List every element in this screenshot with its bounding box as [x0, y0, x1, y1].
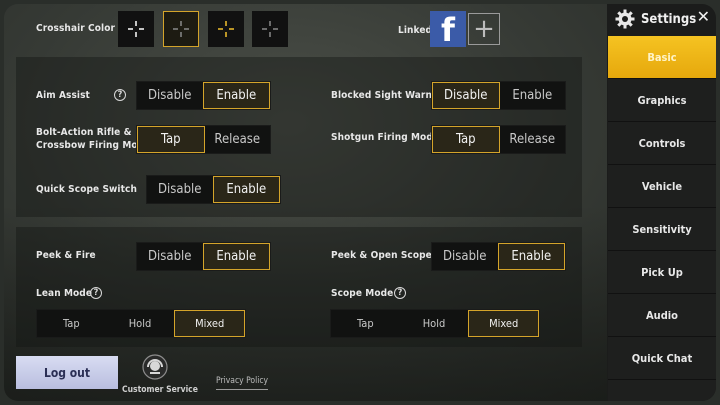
crosshair-icon	[262, 21, 278, 37]
shotgun-tap-option[interactable]: Tap	[432, 126, 500, 153]
linked-label: Linked	[398, 25, 433, 36]
aim-assist-disable-option[interactable]: Disable	[137, 82, 203, 109]
peek-scope-enable-option[interactable]: Enable	[497, 243, 565, 270]
scope-mode-hold-option[interactable]: Hold	[399, 310, 469, 337]
bolt-action-label-line2: Crossbow Firing Mode	[36, 140, 151, 151]
bolt-action-firing-mode-toggle: Tap Release	[136, 125, 271, 154]
aim-assist-enable-option[interactable]: Enable	[202, 82, 270, 109]
crosshair-icon	[173, 21, 189, 37]
headset-icon	[142, 354, 168, 380]
crosshair-option-dark-gray[interactable]	[252, 11, 288, 47]
blocked-sight-enable-option[interactable]: Enable	[499, 82, 565, 109]
customer-service-label: Customer Service	[122, 385, 198, 395]
peek-fire-label: Peek & Fire	[36, 250, 96, 261]
peek-open-scope-label: Peek & Open Scope	[331, 250, 432, 261]
sidebar-item-controls[interactable]: Controls	[608, 122, 716, 165]
game-settings-screen: Crosshair Color Linked f + Aim Assist ? …	[4, 4, 716, 401]
facebook-link-button[interactable]: f	[430, 11, 466, 47]
crosshair-icon	[128, 21, 144, 37]
sidebar-item-vehicle[interactable]: Vehicle	[608, 165, 716, 208]
sidebar-item-quick-chat[interactable]: Quick Chat	[608, 337, 716, 380]
sidebar-item-pick-up[interactable]: Pick Up	[608, 251, 716, 294]
lean-mode-help-icon[interactable]: ?	[90, 287, 102, 299]
logout-button[interactable]: Log out	[16, 356, 118, 389]
lean-mode-mixed-option[interactable]: Mixed	[174, 310, 246, 337]
quick-scope-switch-toggle: Disable Enable	[146, 175, 281, 204]
scope-mode-selector: Tap Hold Mixed	[330, 309, 540, 338]
peek-scope-disable-option[interactable]: Disable	[432, 243, 498, 270]
shotgun-release-option[interactable]: Release	[499, 126, 565, 153]
lean-mode-selector: Tap Hold Mixed	[36, 309, 246, 338]
sidebar-item-graphics[interactable]: Graphics	[608, 79, 716, 122]
aim-assist-toggle: Disable Enable	[136, 81, 271, 110]
crosshair-color-label: Crosshair Color	[36, 23, 116, 34]
bolt-action-label-line1: Bolt-Action Rifle &	[36, 127, 132, 138]
crosshair-option-gray[interactable]	[163, 11, 199, 47]
customer-service-button[interactable]: Customer Service	[122, 354, 198, 396]
settings-sidebar: Settings ✕ Basic Graphics Controls Vehic…	[607, 4, 716, 401]
quick-scope-switch-label: Quick Scope Switch	[36, 184, 137, 195]
blocked-sight-disable-option[interactable]: Disable	[432, 82, 500, 109]
quick-scope-enable-option[interactable]: Enable	[212, 176, 280, 203]
scope-mode-help-icon[interactable]: ?	[394, 287, 406, 299]
facebook-icon: f	[441, 11, 455, 49]
add-account-button[interactable]: +	[468, 13, 500, 45]
shotgun-firing-mode-label: Shotgun Firing Mode	[331, 132, 440, 143]
crosshair-icon	[218, 21, 234, 37]
sidebar-item-audio[interactable]: Audio	[608, 294, 716, 337]
lean-mode-hold-option[interactable]: Hold	[105, 310, 175, 337]
lean-mode-tap-option[interactable]: Tap	[37, 310, 106, 337]
settings-title: Settings	[641, 11, 697, 27]
aim-assist-help-icon[interactable]: ?	[114, 89, 126, 101]
crosshair-option-yellow[interactable]	[208, 11, 244, 47]
sidebar-item-basic[interactable]: Basic	[608, 36, 716, 79]
shotgun-firing-mode-toggle: Tap Release	[431, 125, 566, 154]
bolt-action-tap-option[interactable]: Tap	[137, 126, 205, 153]
peek-open-scope-toggle: Disable Enable	[431, 242, 566, 271]
blocked-sight-warning-toggle: Disable Enable	[431, 81, 566, 110]
scope-mode-label: Scope Mode	[331, 288, 394, 299]
scope-mode-mixed-option[interactable]: Mixed	[468, 310, 540, 337]
scope-mode-tap-option[interactable]: Tap	[331, 310, 400, 337]
sidebar-item-more[interactable]	[608, 380, 716, 401]
close-icon[interactable]: ✕	[697, 7, 710, 26]
crosshair-option-white[interactable]	[118, 11, 154, 47]
lean-mode-label: Lean Mode	[36, 288, 93, 299]
peek-fire-toggle: Disable Enable	[136, 242, 271, 271]
sidebar-item-sensitivity[interactable]: Sensitivity	[608, 208, 716, 251]
privacy-policy-link[interactable]: Privacy Policy	[216, 376, 268, 390]
settings-header: Settings ✕	[607, 4, 716, 34]
gear-icon	[615, 9, 635, 29]
quick-scope-disable-option[interactable]: Disable	[147, 176, 213, 203]
peek-fire-disable-option[interactable]: Disable	[137, 243, 203, 270]
bolt-action-release-option[interactable]: Release	[204, 126, 270, 153]
aim-assist-label: Aim Assist	[36, 90, 90, 101]
peek-fire-enable-option[interactable]: Enable	[202, 243, 270, 270]
plus-icon: +	[473, 14, 495, 44]
